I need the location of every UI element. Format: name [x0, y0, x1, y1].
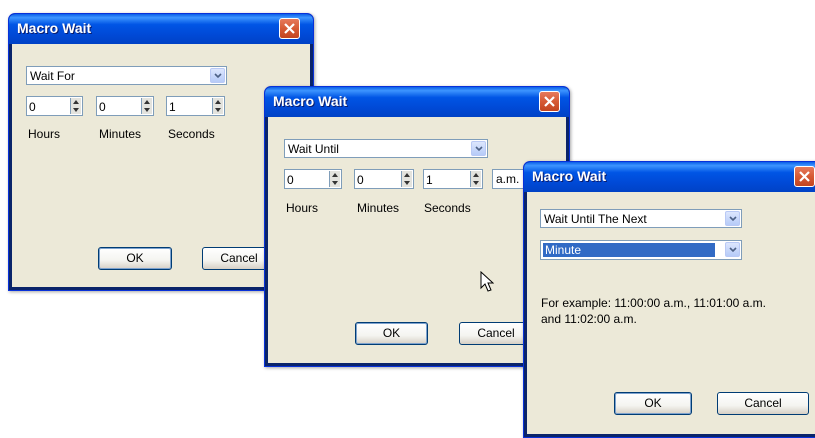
- time-unit-select[interactable]: Minute: [540, 240, 742, 260]
- arrow-down-icon: [215, 108, 221, 112]
- wait-mode-select[interactable]: Wait Until The Next: [540, 209, 742, 228]
- close-button[interactable]: [794, 166, 815, 187]
- minutes-spinner[interactable]: 0: [354, 169, 414, 189]
- ampm-value: a.m.: [496, 172, 520, 186]
- spin-down-button[interactable]: [213, 106, 223, 114]
- hours-value: 0: [29, 100, 36, 114]
- arrow-up-icon: [144, 100, 150, 104]
- arrow-up-icon: [332, 173, 338, 177]
- close-icon: [284, 23, 295, 34]
- minutes-value: 0: [99, 100, 106, 114]
- hours-spinner[interactable]: 0: [284, 169, 342, 189]
- hours-label: Hours: [286, 201, 319, 215]
- wait-mode-select[interactable]: Wait Until: [284, 139, 488, 158]
- dropdown-button[interactable]: [725, 211, 740, 226]
- time-unit-value: Minute: [543, 243, 715, 257]
- dropdown-button[interactable]: [210, 68, 225, 83]
- dialog-title: Macro Wait: [273, 93, 348, 109]
- dialog-body: Wait Until The Next Minute For example: …: [527, 192, 815, 434]
- arrow-up-icon: [215, 100, 221, 104]
- hours-spinner[interactable]: 0: [26, 96, 83, 116]
- seconds-value: 1: [169, 100, 176, 114]
- example-text: For example: 11:00:00 a.m., 11:01:00 a.m…: [541, 296, 767, 326]
- cancel-button[interactable]: Cancel: [459, 322, 533, 345]
- dialog-body: Wait Until 0 0 1 a.m. Hours Minutes Seco…: [268, 117, 566, 363]
- dialog-title: Macro Wait: [17, 20, 92, 36]
- wait-mode-value: Wait Until The Next: [544, 212, 647, 226]
- title-bar[interactable]: Macro Wait: [524, 162, 815, 192]
- macro-wait-dialog-wait-until-next: Macro Wait Wait Until The Next Minute Fo…: [523, 161, 815, 438]
- ok-button[interactable]: OK: [98, 247, 172, 270]
- arrow-down-icon: [144, 108, 150, 112]
- minutes-label: Minutes: [357, 201, 400, 215]
- ok-button[interactable]: OK: [614, 392, 692, 415]
- arrow-up-icon: [404, 173, 410, 177]
- hours-label: Hours: [28, 127, 61, 141]
- title-bar[interactable]: Macro Wait: [265, 87, 569, 117]
- wait-mode-value: Wait Until: [288, 142, 339, 156]
- chevron-down-icon: [729, 216, 737, 222]
- close-button[interactable]: [539, 91, 560, 112]
- arrow-down-icon: [332, 181, 338, 185]
- minutes-label: Minutes: [99, 127, 142, 141]
- ok-button[interactable]: OK: [355, 322, 428, 345]
- spin-down-button[interactable]: [402, 179, 412, 187]
- arrow-up-icon: [73, 100, 79, 104]
- dropdown-button[interactable]: [471, 141, 486, 156]
- chevron-down-icon: [729, 247, 737, 253]
- wait-mode-select[interactable]: Wait For: [26, 66, 227, 85]
- chevron-down-icon: [214, 73, 222, 79]
- hours-value: 0: [287, 173, 294, 187]
- close-icon: [799, 171, 810, 182]
- dropdown-button[interactable]: [725, 242, 740, 257]
- arrow-down-icon: [73, 108, 79, 112]
- close-icon: [544, 96, 555, 107]
- spin-down-button[interactable]: [471, 179, 481, 187]
- seconds-label: Seconds: [168, 127, 215, 141]
- title-bar[interactable]: Macro Wait: [9, 14, 313, 44]
- close-button[interactable]: [279, 18, 300, 39]
- seconds-label: Seconds: [424, 201, 471, 215]
- spin-down-button[interactable]: [71, 106, 81, 114]
- minutes-value: 0: [357, 173, 364, 187]
- chevron-down-icon: [475, 146, 483, 152]
- arrow-down-icon: [404, 181, 410, 185]
- arrow-up-icon: [473, 173, 479, 177]
- seconds-value: 1: [426, 173, 433, 187]
- cancel-button[interactable]: Cancel: [717, 392, 809, 415]
- mouse-pointer-icon: [480, 271, 494, 292]
- wait-mode-value: Wait For: [30, 69, 75, 83]
- spin-down-button[interactable]: [330, 179, 340, 187]
- seconds-spinner[interactable]: 1: [166, 96, 225, 116]
- arrow-down-icon: [473, 181, 479, 185]
- spin-down-button[interactable]: [142, 106, 152, 114]
- dialog-title: Macro Wait: [532, 168, 607, 184]
- seconds-spinner[interactable]: 1: [423, 169, 483, 189]
- minutes-spinner[interactable]: 0: [96, 96, 154, 116]
